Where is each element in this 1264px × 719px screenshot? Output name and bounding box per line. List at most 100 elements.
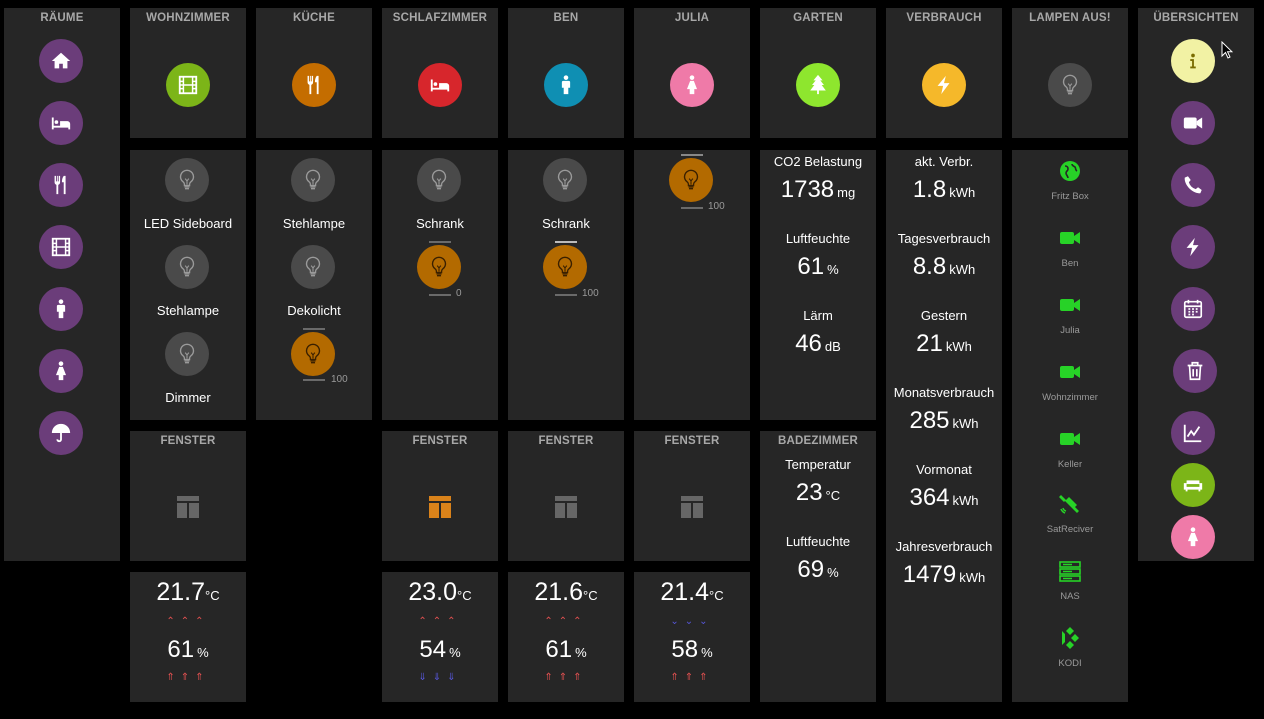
- kueche-button[interactable]: [292, 63, 336, 107]
- lamp-dimmer[interactable]: [165, 332, 209, 376]
- schlafzimmer-fenster-tile: FENSTER: [382, 431, 498, 561]
- device-camera-julia[interactable]: Julia: [1012, 293, 1128, 336]
- lamp-label: Schrank: [416, 216, 464, 231]
- device-camera-wohnzimmer[interactable]: Wohnzimmer: [1012, 360, 1128, 403]
- lamp-label: Schrank: [542, 216, 590, 231]
- nav-kueche-button[interactable]: [39, 163, 83, 207]
- badezimmer-header: BADEZIMMER: [778, 435, 858, 447]
- all-lamps-off-button[interactable]: [1048, 63, 1092, 107]
- dimmer-slider-track[interactable]: [555, 294, 577, 296]
- ben-climate-tile: 21.6°C ⌃⌃⌃ 61% ⇑⇑⇑: [508, 572, 624, 702]
- lamp-schrank[interactable]: [417, 158, 461, 202]
- garten-button[interactable]: [796, 63, 840, 107]
- nav-wohnzimmer-button[interactable]: [39, 225, 83, 269]
- nav-garten-button[interactable]: [39, 411, 83, 455]
- lamp-dekolicht[interactable]: [291, 332, 335, 376]
- consumption-value: 21 kWh: [916, 330, 972, 357]
- nav-ben-button[interactable]: [39, 287, 83, 331]
- sofa-button[interactable]: [1171, 463, 1215, 507]
- bed-icon: [51, 117, 71, 130]
- dimmer-value: 100: [708, 201, 725, 212]
- trash-button[interactable]: [1173, 349, 1217, 393]
- kueche-tile: KÜCHE: [256, 8, 372, 138]
- camera-icon: [1060, 232, 1080, 244]
- lamp-dimmable[interactable]: [543, 245, 587, 289]
- humidity-value: 54%: [419, 636, 461, 663]
- trend-up-indicator: ⌃⌃⌃: [544, 616, 588, 627]
- dimmer-slider-track[interactable]: [681, 154, 703, 156]
- verbrauch-tile: VERBRAUCH: [886, 8, 1002, 138]
- julia-button[interactable]: [670, 63, 714, 107]
- lampen-aus-tile: LAMPEN AUS!: [1012, 8, 1128, 138]
- garten-tile: GARTEN: [760, 8, 876, 138]
- wohnzimmer-button[interactable]: [166, 63, 210, 107]
- humidity-value: 61%: [545, 636, 587, 663]
- dimmer-slider-track[interactable]: [681, 207, 703, 209]
- uebersichten-panel: ÜBERSICHTEN: [1138, 8, 1254, 561]
- humidity-value: 58%: [671, 636, 713, 663]
- dimmer-slider-track[interactable]: [555, 241, 577, 243]
- bolt-icon: [937, 75, 950, 95]
- device-camera-keller[interactable]: Keller: [1012, 427, 1128, 470]
- video-button[interactable]: [1171, 101, 1215, 145]
- bolt-icon: [1186, 237, 1199, 257]
- device-camera-ben[interactable]: Ben: [1012, 226, 1128, 269]
- humidity-label: Luftfeuchte: [785, 231, 851, 246]
- verbrauch-button[interactable]: [922, 63, 966, 107]
- julia-overview-button[interactable]: [1171, 515, 1215, 559]
- nav-julia-button[interactable]: [39, 349, 83, 393]
- nav-home-button[interactable]: [39, 39, 83, 83]
- lightbulb-icon: [303, 343, 323, 365]
- device-label: Fritz Box: [1051, 191, 1089, 202]
- lamp-dimmable[interactable]: [417, 245, 461, 289]
- dimmer-slider-track[interactable]: [429, 294, 451, 296]
- temperature-label: Temperatur: [785, 457, 851, 472]
- ben-button[interactable]: [544, 63, 588, 107]
- consumption-label: Jahresverbrauch: [895, 539, 993, 554]
- trend-double-up-indicator: ⇑⇑⇑: [166, 672, 210, 683]
- dimmer-slider-track[interactable]: [429, 241, 451, 243]
- lamp-stehlampe[interactable]: [291, 158, 335, 202]
- window-closed-icon: [555, 496, 577, 518]
- ben-tile: BEN: [508, 8, 624, 138]
- device-satreceiver[interactable]: SatReciver: [1012, 492, 1128, 535]
- info-icon: [1190, 53, 1196, 69]
- dimmer-slider-track[interactable]: [303, 379, 325, 381]
- device-label: Wohnzimmer: [1042, 392, 1098, 403]
- temperature-value: 21.6°C: [534, 578, 598, 606]
- chart-button[interactable]: [1171, 411, 1215, 455]
- lamp-stehlampe-2[interactable]: [291, 245, 335, 289]
- consumption-label: Monatsverbrauch: [893, 385, 995, 400]
- ben-header: BEN: [553, 12, 579, 24]
- lamp-stehlampe[interactable]: [165, 245, 209, 289]
- umbrella-icon: [51, 423, 71, 443]
- wohnzimmer-fenster-tile: FENSTER: [130, 431, 246, 561]
- julia-tile: JULIA: [634, 8, 750, 138]
- calendar-button[interactable]: [1171, 287, 1215, 331]
- device-fritzbox[interactable]: Fritz Box: [1012, 159, 1128, 202]
- schlafzimmer-button[interactable]: [418, 63, 462, 107]
- consumption-label: Tagesverbrauch: [897, 231, 991, 246]
- lamp-dimmable[interactable]: [669, 158, 713, 202]
- device-kodi[interactable]: KODI: [1012, 626, 1128, 669]
- sofa-icon: [1183, 480, 1203, 492]
- julia-fenster-tile: FENSTER: [634, 431, 750, 561]
- energy-button[interactable]: [1171, 225, 1215, 269]
- phone-button[interactable]: [1171, 163, 1215, 207]
- consumption-value: 1479 kWh: [902, 561, 986, 588]
- lamp-led-sideboard[interactable]: [165, 158, 209, 202]
- nav-schlafzimmer-button[interactable]: [39, 101, 83, 145]
- dimmer-value: 100: [331, 374, 348, 385]
- fenster-header: FENSTER: [664, 435, 720, 447]
- lamp-label: LED Sideboard: [143, 216, 233, 231]
- kueche-lamps-panel: Stehlampe Dekolicht 100: [256, 150, 372, 420]
- device-label: Keller: [1057, 459, 1083, 470]
- lamp-label: Stehlampe: [282, 216, 346, 231]
- device-nas[interactable]: NAS: [1012, 559, 1128, 602]
- lamp-schrank[interactable]: [543, 158, 587, 202]
- consumption-label: Gestern: [920, 308, 968, 323]
- dimmer-slider-track[interactable]: [303, 328, 325, 330]
- info-button[interactable]: [1171, 39, 1215, 83]
- device-label: KODI: [1058, 658, 1082, 669]
- fenster-header: FENSTER: [412, 435, 468, 447]
